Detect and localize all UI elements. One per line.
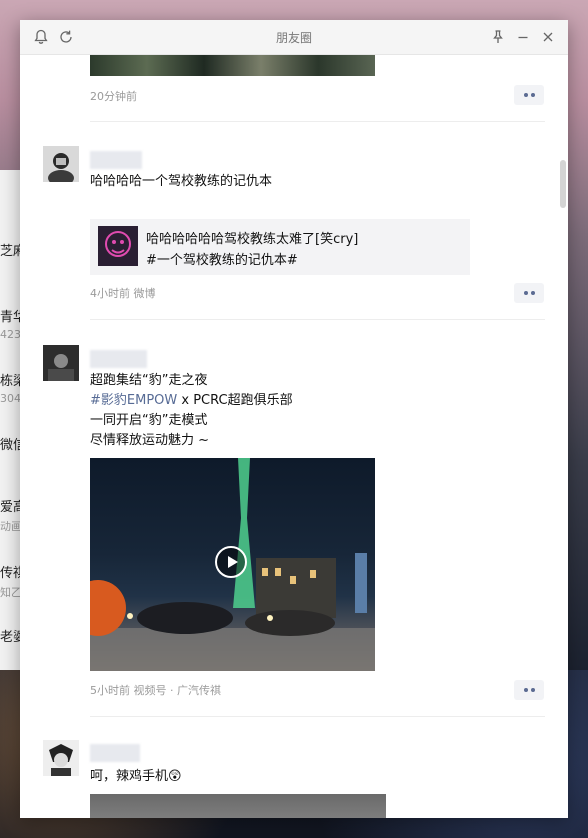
avatar[interactable] [43,740,79,776]
bg-app-row: 304 [0,392,21,405]
post-time: 20分钟前 [90,90,137,103]
user-name[interactable] [90,744,140,762]
avatar[interactable] [43,146,79,182]
user-name[interactable] [90,151,142,169]
moments-window: 朋友圈 20分钟前 哈哈哈哈一个驾校教练的记仇本 哈哈哈哈哈哈驾校教练太难了[笑… [20,20,568,818]
hashtag-link[interactable]: #影豹EMPOW [90,393,177,408]
shared-link-card[interactable]: 哈哈哈哈哈哈驾校教练太难了[笑cry] #一个驾校教练的记仇本# [90,219,470,275]
minimize-icon[interactable] [514,28,532,46]
play-icon[interactable] [215,546,247,578]
bg-app-row: 动画 [0,520,22,533]
more-button[interactable] [514,680,544,700]
moments-feed[interactable]: 20分钟前 哈哈哈哈一个驾校教练的记仇本 哈哈哈哈哈哈驾校教练太难了[笑cry]… [20,54,568,818]
window-title: 朋友圈 [275,31,312,45]
post-image[interactable] [90,54,375,76]
post-text: 呵，辣鸡手机😲 [90,769,182,784]
post-text-segment: x PCRC超跑俱乐部 [177,393,293,408]
share-thumbnail [98,226,138,266]
post-text-line: 一同开启“豹”走模式 [90,413,208,428]
post-image[interactable] [90,794,386,818]
post-meta: 4小时前 微博 [90,287,156,300]
post-text-line: #影豹EMPOW x PCRC超跑俱乐部 [90,391,293,411]
divider [90,121,545,122]
user-name[interactable] [90,350,147,368]
more-button[interactable] [514,283,544,303]
avatar[interactable] [43,345,79,381]
pin-icon[interactable] [489,28,507,46]
share-subtitle: #一个驾校教练的记仇本# [146,253,298,268]
share-title: 哈哈哈哈哈哈驾校教练太难了[笑cry] [146,232,359,247]
bg-app-row: 423 [0,328,21,341]
close-icon[interactable] [539,28,557,46]
post-text-line: 尽情释放运动魅力 ~ [90,433,210,448]
scrollbar[interactable] [560,160,566,208]
divider [90,319,545,320]
more-button[interactable] [514,85,544,105]
post-text: 哈哈哈哈一个驾校教练的记仇本 [90,174,273,189]
post-text-line: 超跑集结“豹”走之夜 [90,373,208,388]
bg-app-row: 知乙 [0,586,22,599]
title-bar: 朋友圈 [20,20,568,55]
video-thumbnail[interactable] [90,458,375,671]
divider [90,716,545,717]
post-meta: 5小时前 视频号 · 广汽传祺 [90,684,221,697]
